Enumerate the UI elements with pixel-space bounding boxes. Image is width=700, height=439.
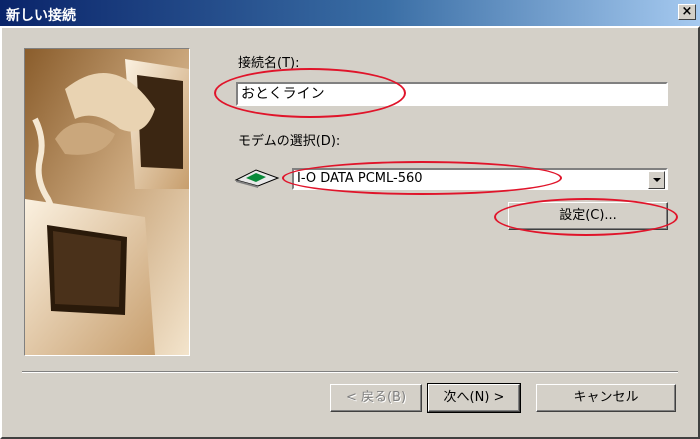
- connection-name-label: 接続名(T):: [238, 56, 300, 71]
- back-button[interactable]: < 戻る(B): [330, 384, 422, 412]
- modem-select-label: モデムの選択(D):: [238, 134, 341, 149]
- title-bar: 新しい接続 ×: [0, 0, 700, 26]
- connection-name-input[interactable]: おとくライン: [236, 82, 668, 106]
- window-title: 新しい接続: [6, 8, 76, 24]
- cancel-button[interactable]: キャンセル: [536, 384, 676, 412]
- close-button[interactable]: ×: [678, 4, 696, 20]
- footer-separator: [22, 371, 678, 373]
- settings-button[interactable]: 設定(C)...: [508, 202, 668, 230]
- next-button[interactable]: 次へ(N) >: [427, 383, 521, 413]
- modem-select-value: I-O DATA PCML-560: [297, 171, 423, 186]
- modem-card-icon: [234, 169, 280, 188]
- phone-and-monitor-illustration: [25, 49, 189, 355]
- chevron-down-icon[interactable]: [648, 171, 665, 189]
- modem-select-dropdown[interactable]: I-O DATA PCML-560: [292, 168, 668, 190]
- wizard-illustration: [24, 48, 190, 356]
